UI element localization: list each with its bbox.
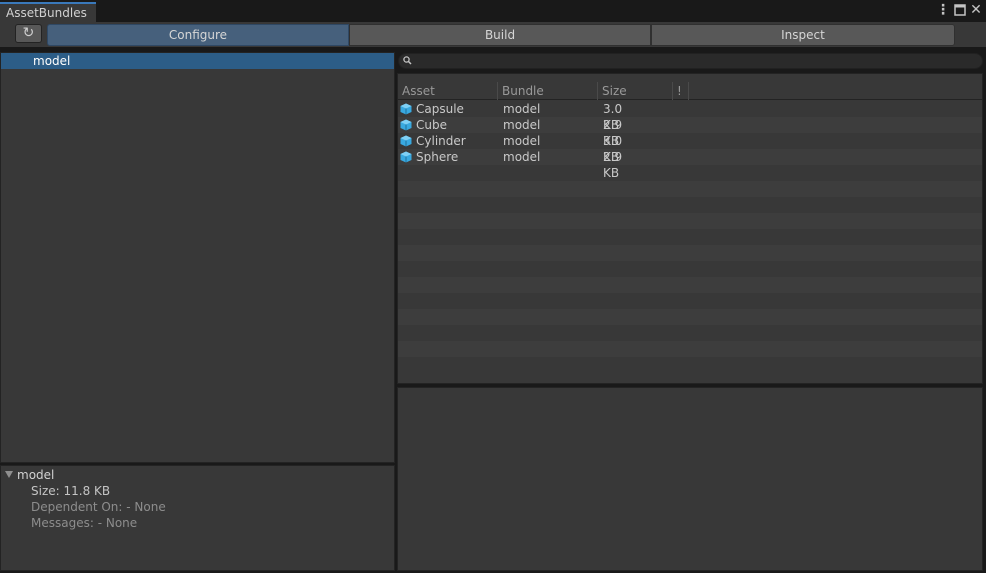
bundle-list-item[interactable]: model	[1, 53, 394, 69]
cell-asset: Sphere	[416, 150, 459, 164]
prefab-cube-icon	[400, 151, 412, 163]
cell-bundle: model	[503, 102, 541, 116]
column-header-asset[interactable]: Asset	[398, 82, 498, 100]
cell-asset: Cylinder	[416, 134, 466, 148]
column-header-warning[interactable]: !	[673, 82, 689, 100]
tab-build[interactable]: Build	[349, 24, 651, 46]
cell-size: 3.0 KB	[603, 134, 623, 164]
table-row	[398, 341, 982, 357]
details-dependent-on: Dependent On: - None	[31, 500, 166, 514]
tab-inspect[interactable]: Inspect	[651, 24, 955, 46]
table-row	[398, 293, 982, 309]
prefab-cube-icon	[400, 119, 412, 131]
tab-configure[interactable]: Configure	[47, 24, 349, 46]
table-row	[398, 309, 982, 325]
prefab-cube-icon	[400, 135, 412, 147]
table-row	[398, 245, 982, 261]
cell-asset: Cube	[416, 118, 447, 132]
column-header-bundle[interactable]: Bundle	[498, 82, 598, 100]
cell-size: 2.9 KB	[603, 118, 623, 148]
close-icon[interactable]: ✕	[968, 2, 984, 18]
maximize-icon[interactable]	[952, 2, 968, 18]
search-icon	[402, 55, 414, 67]
table-row[interactable]	[398, 149, 982, 165]
table-row	[398, 277, 982, 293]
table-row[interactable]	[398, 117, 982, 133]
cell-asset: Capsule	[416, 102, 464, 116]
table-row	[398, 213, 982, 229]
cell-size: 2.9 KB	[603, 150, 623, 180]
column-header-size[interactable]: Size	[598, 82, 673, 100]
more-options-icon[interactable]: ⋮	[936, 2, 950, 18]
table-row	[398, 181, 982, 197]
details-messages: Messages: - None	[31, 516, 138, 530]
preview-panel	[397, 387, 983, 571]
table-row	[398, 197, 982, 213]
refresh-button[interactable]: ↻	[15, 24, 42, 43]
title-bar	[0, 0, 986, 22]
table-row	[398, 261, 982, 277]
bundle-list[interactable]	[0, 52, 395, 463]
cell-bundle: model	[503, 134, 541, 148]
table-row	[398, 229, 982, 245]
table-row	[398, 357, 982, 373]
details-title[interactable]: model	[17, 467, 54, 483]
table-row	[398, 325, 982, 341]
cell-bundle: model	[503, 150, 541, 164]
prefab-cube-icon	[400, 103, 412, 115]
table-row	[398, 165, 982, 181]
search-input[interactable]	[398, 53, 983, 69]
cell-size: 3.0 KB	[603, 102, 623, 132]
foldout-arrow-icon[interactable]	[5, 471, 13, 478]
details-size: Size: 11.8 KB	[31, 484, 111, 498]
table-row[interactable]	[398, 101, 982, 117]
cell-bundle: model	[503, 118, 541, 132]
window-tab[interactable]: AssetBundles	[0, 2, 96, 22]
refresh-icon: ↻	[22, 25, 35, 41]
table-row[interactable]	[398, 133, 982, 149]
